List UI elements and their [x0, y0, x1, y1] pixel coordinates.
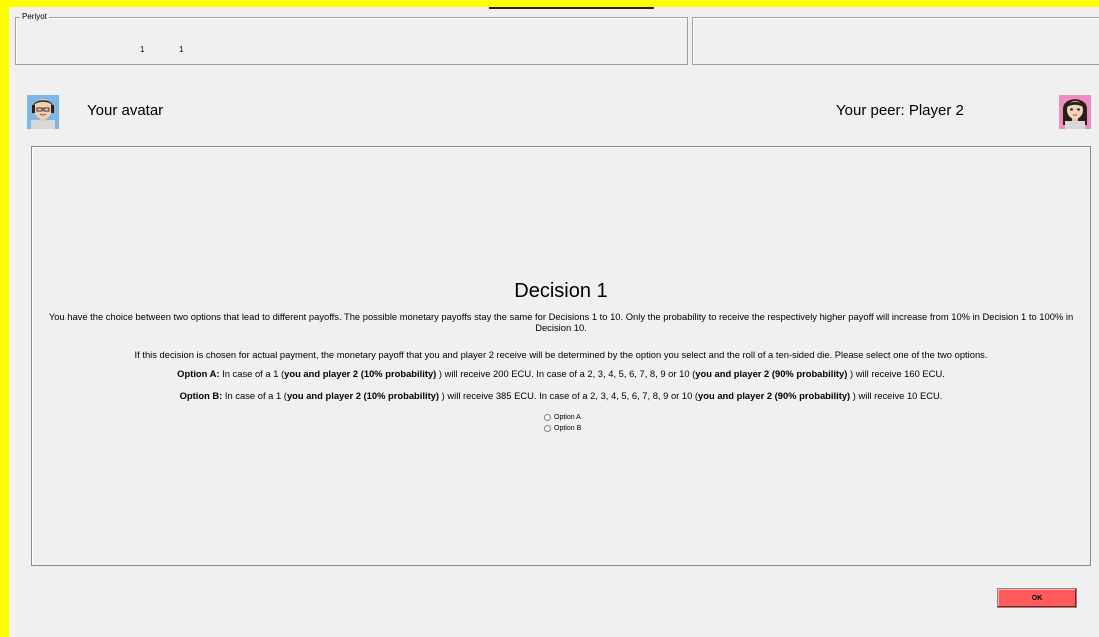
option-a-text-1: In case of a 1 ( — [219, 368, 285, 379]
option-b-text-3: ) will receive 10 ECU. — [850, 390, 943, 401]
period-box: Periyot 1 1 — [15, 12, 688, 65]
option-b-text-2: ) will receive 385 ECU. In case of a 2, … — [439, 390, 699, 401]
ok-button[interactable]: OK — [997, 588, 1077, 608]
option-b-radio[interactable]: Option B — [544, 423, 581, 433]
option-b-radio-label: Option B — [554, 424, 582, 432]
decision-panel: Decision 1 You have the choice between t… — [31, 146, 1091, 566]
option-b-description: Option B: In case of a 1 (you and player… — [32, 390, 1090, 401]
option-a-description: Option A: In case of a 1 (you and player… — [32, 368, 1090, 379]
option-a-bold-1: you and player 2 (10% probability) — [284, 368, 437, 379]
female-avatar-icon — [1059, 95, 1091, 129]
info-box-right — [692, 17, 1099, 65]
app-window: Periyot 1 1 Your avatar Your peer: Playe… — [9, 7, 1099, 637]
option-a-radio-label: Option A — [554, 413, 581, 421]
peer-avatar-label: Your peer: Player 2 — [836, 102, 964, 119]
male-avatar-icon — [27, 95, 59, 129]
option-b-label: Option B: — [179, 390, 223, 401]
period-value-1: 1 — [140, 45, 145, 54]
decision-intro: You have the choice between two options … — [48, 311, 1074, 333]
option-b-radio-circle[interactable] — [544, 424, 551, 432]
option-a-bold-2: you and player 2 (90% probability) — [695, 368, 848, 379]
title-strip — [489, 7, 654, 9]
period-value-2: 1 — [179, 45, 184, 54]
option-a-text-2: ) will receive 200 ECU. In case of a 2, … — [436, 368, 696, 379]
option-a-label: Option A: — [177, 368, 220, 379]
option-a-text-3: ) will receive 160 ECU. — [847, 368, 945, 379]
decision-title: Decision 1 — [514, 280, 608, 302]
decision-instruction: If this decision is chosen for actual pa… — [134, 349, 988, 360]
option-a-radio-circle[interactable] — [544, 413, 551, 421]
period-legend: Periyot — [20, 12, 49, 22]
option-b-bold-1: you and player 2 (10% probability) — [286, 390, 440, 401]
self-avatar-label: Your avatar — [87, 102, 164, 119]
option-a-radio[interactable]: Option A — [544, 412, 581, 422]
option-b-bold-2: you and player 2 (90% probability) — [698, 390, 851, 401]
option-b-text-1: In case of a 1 ( — [222, 390, 287, 401]
